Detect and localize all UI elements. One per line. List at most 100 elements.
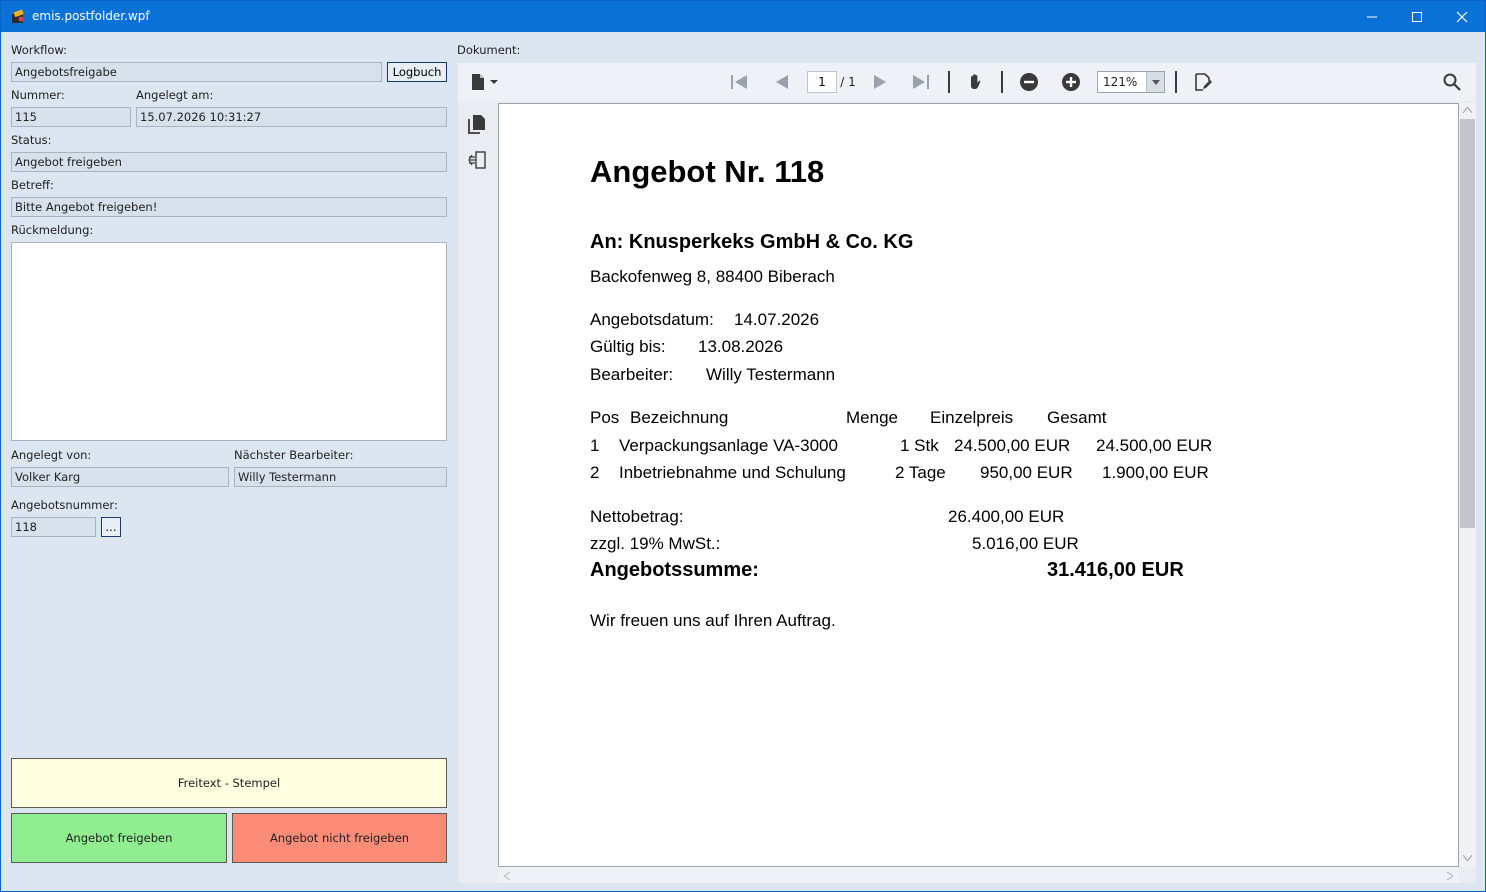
next-page-icon — [874, 75, 886, 89]
zoom-out-button[interactable] — [1017, 71, 1041, 93]
table-row-gesamt: 1.900,00 EUR — [1102, 463, 1209, 482]
table-header-pos: Pos — [590, 408, 620, 427]
viewer-side-panel — [458, 101, 498, 883]
reject-button[interactable]: Angebot nicht freigeben — [232, 813, 447, 863]
betreff-label: Betreff: — [11, 178, 54, 192]
table-row-bezeichnung: Inbetriebnahme und Schulung — [619, 463, 846, 482]
pan-tool-button[interactable] — [964, 71, 988, 93]
zoom-value: 121% — [1103, 75, 1138, 89]
minimize-icon — [1367, 16, 1377, 17]
previous-page-button[interactable] — [770, 71, 794, 93]
status-field[interactable]: Angebot freigeben — [11, 152, 447, 172]
mwst-value: 5.016,00 EUR — [972, 534, 1079, 553]
table-header-bezeichnung: Bezeichnung — [630, 408, 729, 427]
mwst-label: zzgl. 19% MwSt.: — [590, 534, 721, 553]
dokument-label: Dokument: — [457, 43, 521, 57]
close-button[interactable] — [1439, 1, 1485, 32]
table-header-menge: Menge — [846, 408, 898, 427]
table-row-pos: 1 — [590, 436, 600, 455]
window-title: emis.postfolder.wpf — [32, 9, 150, 23]
netto-value: 26.400,00 EUR — [948, 507, 1065, 526]
hand-icon — [971, 74, 981, 89]
vertical-scroll-thumb[interactable] — [1460, 119, 1475, 528]
sign-document-icon — [1195, 73, 1212, 91]
scroll-up-icon — [1463, 107, 1472, 113]
workflow-field[interactable]: Angebotsfreigabe — [11, 62, 382, 82]
maximize-button[interactable] — [1394, 1, 1440, 32]
table-row-gesamt: 24.500,00 EUR — [1096, 436, 1213, 455]
chevron-down-icon — [490, 80, 498, 84]
betreff-field[interactable]: Bitte Angebot freigeben! — [11, 197, 447, 217]
viewer-toolbar: 1 / 1 121% — [458, 63, 1476, 101]
horizontal-scrollbar[interactable] — [498, 867, 1459, 883]
page-total: / 1 — [840, 75, 856, 89]
table-header-einzelpreis: Einzelpreis — [930, 408, 1014, 427]
browse-button[interactable]: ... — [101, 517, 121, 537]
toolbar-separator — [948, 71, 950, 93]
rueckmeldung-label: Rückmeldung: — [11, 223, 94, 237]
previous-page-icon — [776, 75, 788, 89]
angelegt-am-field[interactable]: 15.07.2026 10:31:27 — [136, 107, 447, 127]
toolbar-separator — [1001, 71, 1003, 93]
workflow-label: Workflow: — [11, 43, 68, 57]
thumbnails-button[interactable] — [468, 114, 486, 137]
gueltig-label: Gültig bis: — [590, 337, 666, 356]
table-row-menge: 1 Stk — [900, 436, 939, 455]
scroll-right-icon — [1447, 872, 1453, 880]
bearbeiter-value: Willy Testermann — [706, 365, 836, 384]
rueckmeldung-textarea[interactable] — [11, 242, 447, 441]
angebotsnummer-field[interactable]: 118 — [11, 517, 96, 537]
summe-value: 31.416,00 EUR — [1047, 559, 1184, 581]
document-title: Angebot Nr. 118 — [590, 154, 825, 189]
document-icon — [472, 74, 484, 90]
table-row-pos: 2 — [590, 463, 600, 482]
table-row-bezeichnung: Verpackungsanlage VA-3000 — [619, 436, 838, 455]
search-icon — [1443, 73, 1461, 91]
vertical-scrollbar[interactable] — [1459, 103, 1476, 867]
freitext-stempel-button[interactable]: Freitext - Stempel — [11, 758, 447, 808]
outline-button[interactable] — [468, 151, 486, 172]
search-button[interactable] — [1440, 71, 1464, 93]
zoom-select[interactable]: 121% — [1097, 71, 1165, 93]
nummer-label: Nummer: — [11, 88, 65, 102]
minimize-button[interactable] — [1349, 1, 1395, 32]
zoom-dropdown-toggle[interactable] — [1146, 72, 1164, 92]
scroll-left-icon — [504, 872, 510, 880]
naechster-bearbeiter-field[interactable]: Willy Testermann — [234, 467, 447, 487]
angelegt-von-label: Angelegt von: — [11, 448, 92, 462]
zoom-in-button[interactable] — [1059, 71, 1083, 93]
zoom-in-icon — [1062, 73, 1080, 91]
document-page: Angebot Nr. 118 An: Knusperkeks GmbH & C… — [498, 103, 1459, 867]
app-icon — [12, 9, 24, 23]
first-page-icon — [731, 75, 747, 89]
document-address: Backofenweg 8, 88400 Biberach — [590, 267, 835, 286]
nummer-field[interactable]: 115 — [11, 107, 131, 127]
angebotsnummer-label: Angebotsnummer: — [11, 498, 118, 512]
close-icon — [1456, 11, 1468, 22]
next-page-button[interactable] — [868, 71, 892, 93]
file-menu-button[interactable] — [466, 71, 502, 93]
maximize-icon — [1412, 11, 1422, 22]
approve-button[interactable]: Angebot freigeben — [11, 813, 227, 863]
zoom-out-icon — [1020, 73, 1038, 91]
datum-value: 14.07.2026 — [734, 310, 820, 329]
scroll-down-icon — [1463, 855, 1472, 861]
table-row-einzelpreis: 950,00 EUR — [980, 463, 1073, 482]
table-row-einzelpreis: 24.500,00 EUR — [954, 436, 1071, 455]
angelegt-von-field[interactable]: Volker Karg — [11, 467, 229, 487]
first-page-button[interactable] — [726, 71, 752, 93]
logbuch-button[interactable]: Logbuch — [387, 62, 447, 82]
closing-text: Wir freuen uns auf Ihren Auftrag. — [590, 611, 836, 630]
page-number-input[interactable]: 1 — [807, 71, 837, 93]
summe-label: Angebotssumme: — [590, 559, 759, 581]
chevron-down-icon — [1151, 79, 1160, 85]
last-page-button[interactable] — [908, 71, 934, 93]
netto-label: Nettobetrag: — [590, 507, 684, 526]
title-bar: emis.postfolder.wpf — [1, 1, 1485, 32]
status-label: Status: — [11, 133, 52, 147]
sign-document-button[interactable] — [1191, 71, 1215, 93]
last-page-icon — [913, 75, 929, 89]
document-recipient: An: Knusperkeks GmbH & Co. KG — [590, 231, 914, 253]
pages-icon — [468, 115, 485, 134]
toolbar-separator — [1175, 71, 1177, 93]
